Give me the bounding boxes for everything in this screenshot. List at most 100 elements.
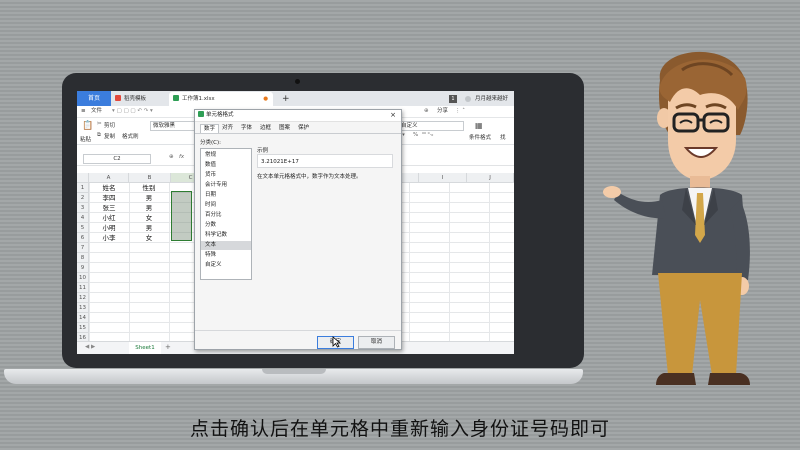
copy-button[interactable]: 复制 xyxy=(104,132,115,140)
cell-header-gender[interactable]: 性别 xyxy=(129,183,169,193)
spreadsheet-icon xyxy=(173,95,179,101)
sheet-nav-icons[interactable]: ◀ ▶ xyxy=(85,344,95,350)
cancel-button[interactable]: 取消 xyxy=(358,336,395,349)
row-header[interactable]: 14 xyxy=(77,313,89,323)
menu-icon[interactable]: ≡ xyxy=(81,106,86,117)
sample-value: 3.21021E+17 xyxy=(257,154,393,168)
cell-header-name[interactable]: 姓名 xyxy=(89,183,129,193)
list-item-selected[interactable]: 文本 xyxy=(201,241,251,250)
row-header[interactable]: 1 xyxy=(77,183,89,193)
format-painter-button[interactable]: 格式刷 xyxy=(122,132,139,140)
column-header[interactable]: I xyxy=(419,173,467,183)
new-tab-button[interactable]: + xyxy=(282,92,292,106)
dialog-title-bar: 单元格格式 × xyxy=(195,110,401,122)
row-header[interactable]: 13 xyxy=(77,303,89,313)
tab-workbook[interactable]: 工作簿1.xlsx ● xyxy=(169,92,273,106)
list-item[interactable]: 自定义 xyxy=(201,261,251,270)
list-item[interactable]: 常规 xyxy=(201,151,251,160)
row-header[interactable]: 10 xyxy=(77,273,89,283)
row-header[interactable]: 9 xyxy=(77,263,89,273)
notification-badge[interactable]: 1 xyxy=(449,95,457,103)
selected-range[interactable] xyxy=(171,191,192,241)
table-cell[interactable]: 李四 xyxy=(89,193,129,203)
tab-bar: 首页 稻壳模板 工作簿1.xlsx ● + 1 月月越来越好 xyxy=(77,91,514,106)
menu-share-label[interactable]: 分享 xyxy=(437,106,448,117)
tab-protection[interactable]: 保护 xyxy=(295,124,312,133)
decimal-icons[interactable]: ⁰⁰ ⁰·₀ xyxy=(422,132,433,138)
footer-divider xyxy=(195,330,401,331)
list-item[interactable]: 特殊 xyxy=(201,251,251,260)
row-header[interactable]: 11 xyxy=(77,283,89,293)
tab-font[interactable]: 字体 xyxy=(238,124,255,133)
tab-close-icon[interactable]: ● xyxy=(263,92,268,106)
row-header[interactable]: 5 xyxy=(77,223,89,233)
mouse-cursor-icon xyxy=(332,336,341,348)
laptop-notch xyxy=(262,369,326,374)
list-item[interactable]: 科学记数 xyxy=(201,231,251,240)
conditional-format-button[interactable]: 条件格式 xyxy=(469,133,491,141)
add-sheet-button[interactable]: + xyxy=(165,343,171,351)
list-item[interactable]: 分数 xyxy=(201,221,251,230)
tab-divider xyxy=(195,133,401,134)
menu-file[interactable]: 文件 xyxy=(91,106,102,117)
tab-alignment[interactable]: 对齐 xyxy=(219,124,236,133)
tab-docer-label: 稻壳模板 xyxy=(124,96,147,102)
category-label: 分类(C): xyxy=(200,140,221,146)
tab-home[interactable]: 首页 xyxy=(77,91,111,106)
table-cell[interactable]: 小红 xyxy=(89,213,129,223)
table-cell[interactable]: 小明 xyxy=(89,223,129,233)
tab-pattern[interactable]: 图案 xyxy=(276,124,293,133)
close-icon[interactable]: × xyxy=(390,110,396,121)
column-header[interactable]: A xyxy=(89,173,129,183)
user-name[interactable]: 月月越来越好 xyxy=(475,92,513,106)
collab-icon[interactable]: ⊕ xyxy=(424,106,429,117)
fx-button[interactable]: fx xyxy=(179,154,184,160)
sheet-tab[interactable]: Sheet1 xyxy=(129,342,161,354)
list-item[interactable]: 货币 xyxy=(201,171,251,180)
sample-label: 示例 xyxy=(257,148,269,154)
subtitle-caption: 点击确认后在单元格中重新输入身份证号码即可 xyxy=(189,418,610,440)
list-item[interactable]: 时间 xyxy=(201,201,251,210)
list-item[interactable]: 会计专用 xyxy=(201,181,251,190)
table-cell[interactable]: 女 xyxy=(129,213,169,223)
list-item[interactable]: 百分比 xyxy=(201,211,251,220)
format-description: 在文本单元格格式中，数字作为文本处理。 xyxy=(257,174,362,180)
menu-tools-icons[interactable]: ▾ ▢ ▢ ▢ ↶ ↷ ▾ xyxy=(112,106,153,117)
row-header[interactable]: 6 xyxy=(77,233,89,243)
number-format-select[interactable]: 自定义 xyxy=(398,121,464,131)
conditional-format-icon: ▦ xyxy=(475,121,483,130)
paste-icon[interactable]: 📋 xyxy=(82,121,93,131)
list-item[interactable]: 日期 xyxy=(201,191,251,200)
cut-button[interactable]: 剪切 xyxy=(104,121,115,129)
copy-icon: ⧉ xyxy=(97,132,101,138)
row-header[interactable]: 3 xyxy=(77,203,89,213)
table-cell[interactable]: 男 xyxy=(129,203,169,213)
find-button[interactable]: 找 xyxy=(500,133,506,141)
zoom-icon[interactable]: ⊕ xyxy=(169,154,174,160)
list-item[interactable]: 数值 xyxy=(201,161,251,170)
row-header[interactable]: 7 xyxy=(77,243,89,253)
category-list[interactable]: 常规 数值 货币 会计专用 日期 时间 百分比 分数 科学记数 文本 特殊 自定… xyxy=(200,148,252,280)
more-icon[interactable]: ⋮ ˄ xyxy=(455,106,465,117)
table-cell[interactable]: 小李 xyxy=(89,233,129,243)
font-select[interactable]: 微软雅黑 xyxy=(150,121,196,131)
table-cell[interactable]: 张三 xyxy=(89,203,129,213)
row-header[interactable]: 15 xyxy=(77,323,89,333)
tab-docer[interactable]: 稻壳模板 xyxy=(115,92,167,106)
row-header[interactable]: 8 xyxy=(77,253,89,263)
name-box[interactable]: C2 xyxy=(83,154,151,164)
row-header[interactable]: 4 xyxy=(77,213,89,223)
tab-border[interactable]: 边框 xyxy=(257,124,274,133)
select-all-corner[interactable] xyxy=(77,173,89,183)
paste-button[interactable]: 粘贴 xyxy=(80,135,91,143)
avatar[interactable] xyxy=(465,96,471,102)
table-cell[interactable]: 男 xyxy=(129,223,169,233)
column-header[interactable]: B xyxy=(129,173,171,183)
percent-button[interactable]: % xyxy=(413,132,418,138)
table-cell[interactable]: 女 xyxy=(129,233,169,243)
column-header[interactable]: J xyxy=(467,173,514,183)
tab-workbook-label: 工作簿1.xlsx xyxy=(182,96,215,102)
row-header[interactable]: 2 xyxy=(77,193,89,203)
table-cell[interactable]: 男 xyxy=(129,193,169,203)
row-header[interactable]: 12 xyxy=(77,293,89,303)
